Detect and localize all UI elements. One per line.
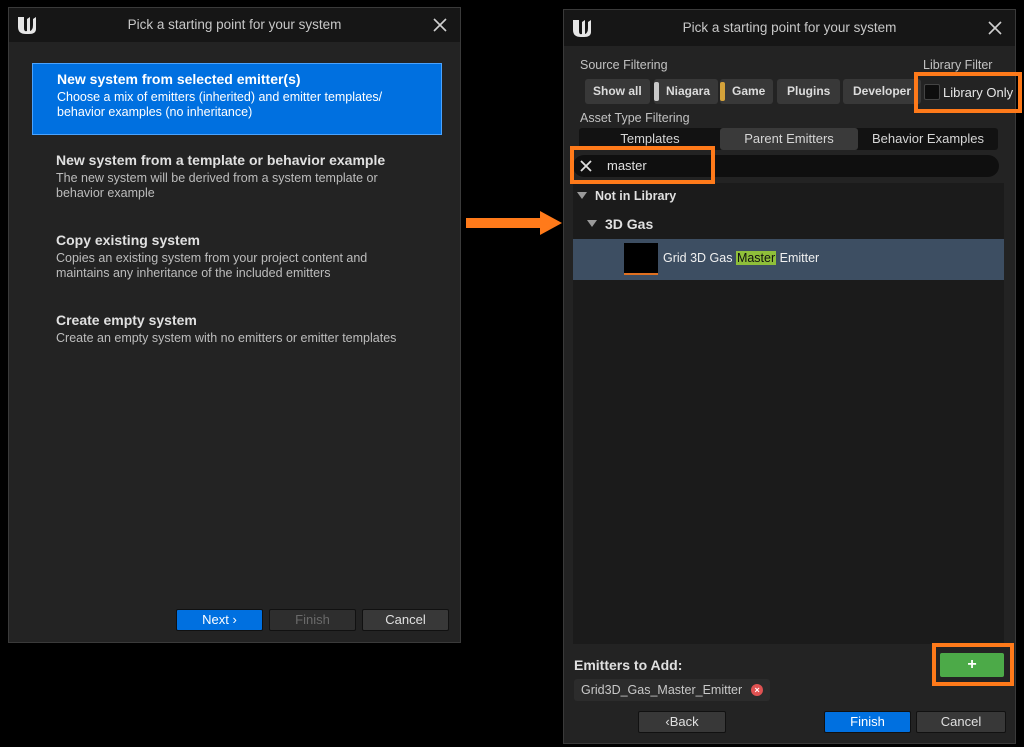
cancel-button[interactable]: Cancel <box>362 609 449 631</box>
emitter-to-add-name: Grid3D_Gas_Master_Emitter <box>581 683 743 697</box>
chip-label: Game <box>732 84 766 98</box>
tab-behavior-examples[interactable]: Behavior Examples <box>858 128 998 150</box>
option-new-from-emitters[interactable]: New system from selected emitter(s) Choo… <box>32 63 442 135</box>
emitters-to-add-label: Emitters to Add: <box>574 657 683 673</box>
emitter-thumbnail <box>624 243 658 275</box>
emitter-name: Grid 3D Gas Master Emitter <box>663 251 819 265</box>
option-title: Create empty system <box>56 312 197 328</box>
source-filtering-label: Source Filtering <box>580 58 668 72</box>
library-filter-label: Library Filter <box>923 58 993 72</box>
expand-triangle-icon[interactable] <box>587 220 597 228</box>
arrow-right-icon <box>466 211 562 235</box>
callout-search <box>570 146 715 184</box>
group-not-in-library[interactable]: Not in Library <box>595 189 676 203</box>
chip-label: Developer <box>853 84 912 98</box>
option-title: New system from a template or behavior e… <box>56 152 386 168</box>
next-label: Next <box>202 612 229 627</box>
chip-label: Niagara <box>666 84 711 98</box>
back-label: Back <box>669 714 699 729</box>
close-icon[interactable] <box>430 15 450 35</box>
remove-emitter-icon[interactable]: × <box>751 684 764 696</box>
option-copy-existing[interactable]: Copy existing system Copies an existing … <box>32 225 442 288</box>
next-button[interactable]: Next › <box>176 609 263 631</box>
tab-parent-emitters[interactable]: Parent Emitters <box>720 128 858 150</box>
chip-game[interactable]: Game <box>720 79 774 104</box>
option-title: Copy existing system <box>56 232 200 248</box>
option-description: Copies an existing system from your proj… <box>56 251 368 280</box>
chip-plugins[interactable]: Plugins <box>777 79 841 104</box>
category-3d-gas[interactable]: 3D Gas <box>605 216 653 232</box>
emitter-name-prefix: Grid 3D Gas <box>663 251 736 265</box>
left-titlebar: Pick a starting point for your system <box>9 8 460 42</box>
expand-triangle-icon[interactable] <box>577 192 587 200</box>
back-button[interactable]: ‹Back <box>638 711 726 733</box>
asset-type-label: Asset Type Filtering <box>580 111 690 125</box>
callout-add-button <box>932 643 1014 686</box>
chip-label: Plugins <box>787 84 831 98</box>
chip-niagara[interactable]: Niagara <box>654 79 719 104</box>
chip-developer[interactable]: Developer <box>843 79 922 104</box>
option-title: New system from selected emitter(s) <box>57 71 301 87</box>
left-dialog-title: Pick a starting point for your system <box>127 17 342 32</box>
right-titlebar: Pick a starting point for your system <box>564 10 1015 46</box>
cancel-button[interactable]: Cancel <box>916 711 1006 733</box>
right-dialog-title: Pick a starting point for your system <box>682 20 897 35</box>
finish-button[interactable]: Finish <box>824 711 911 733</box>
option-description: Choose a mix of emitters (inherited) and… <box>57 90 383 119</box>
option-description: The new system will be derived from a sy… <box>56 171 378 200</box>
search-match-highlight: Master <box>735 251 777 265</box>
chevron-right-icon: › <box>232 612 237 627</box>
chip-show-all[interactable]: Show all <box>585 79 650 104</box>
option-create-empty[interactable]: Create empty system Create an empty syst… <box>32 305 442 353</box>
emitter-name-suffix: Emitter <box>776 251 820 265</box>
finish-button-disabled[interactable]: Finish <box>269 609 356 631</box>
close-icon[interactable] <box>985 18 1005 38</box>
callout-library-only <box>914 72 1022 113</box>
chip-label: Show all <box>593 84 642 98</box>
emitter-to-add-pill: Grid3D_Gas_Master_Emitter × <box>574 679 771 701</box>
niagara-tag <box>654 82 659 101</box>
option-description: Create an empty system with no emitters … <box>56 331 397 345</box>
game-tag <box>720 82 725 101</box>
option-new-from-template[interactable]: New system from a template or behavior e… <box>32 145 442 208</box>
